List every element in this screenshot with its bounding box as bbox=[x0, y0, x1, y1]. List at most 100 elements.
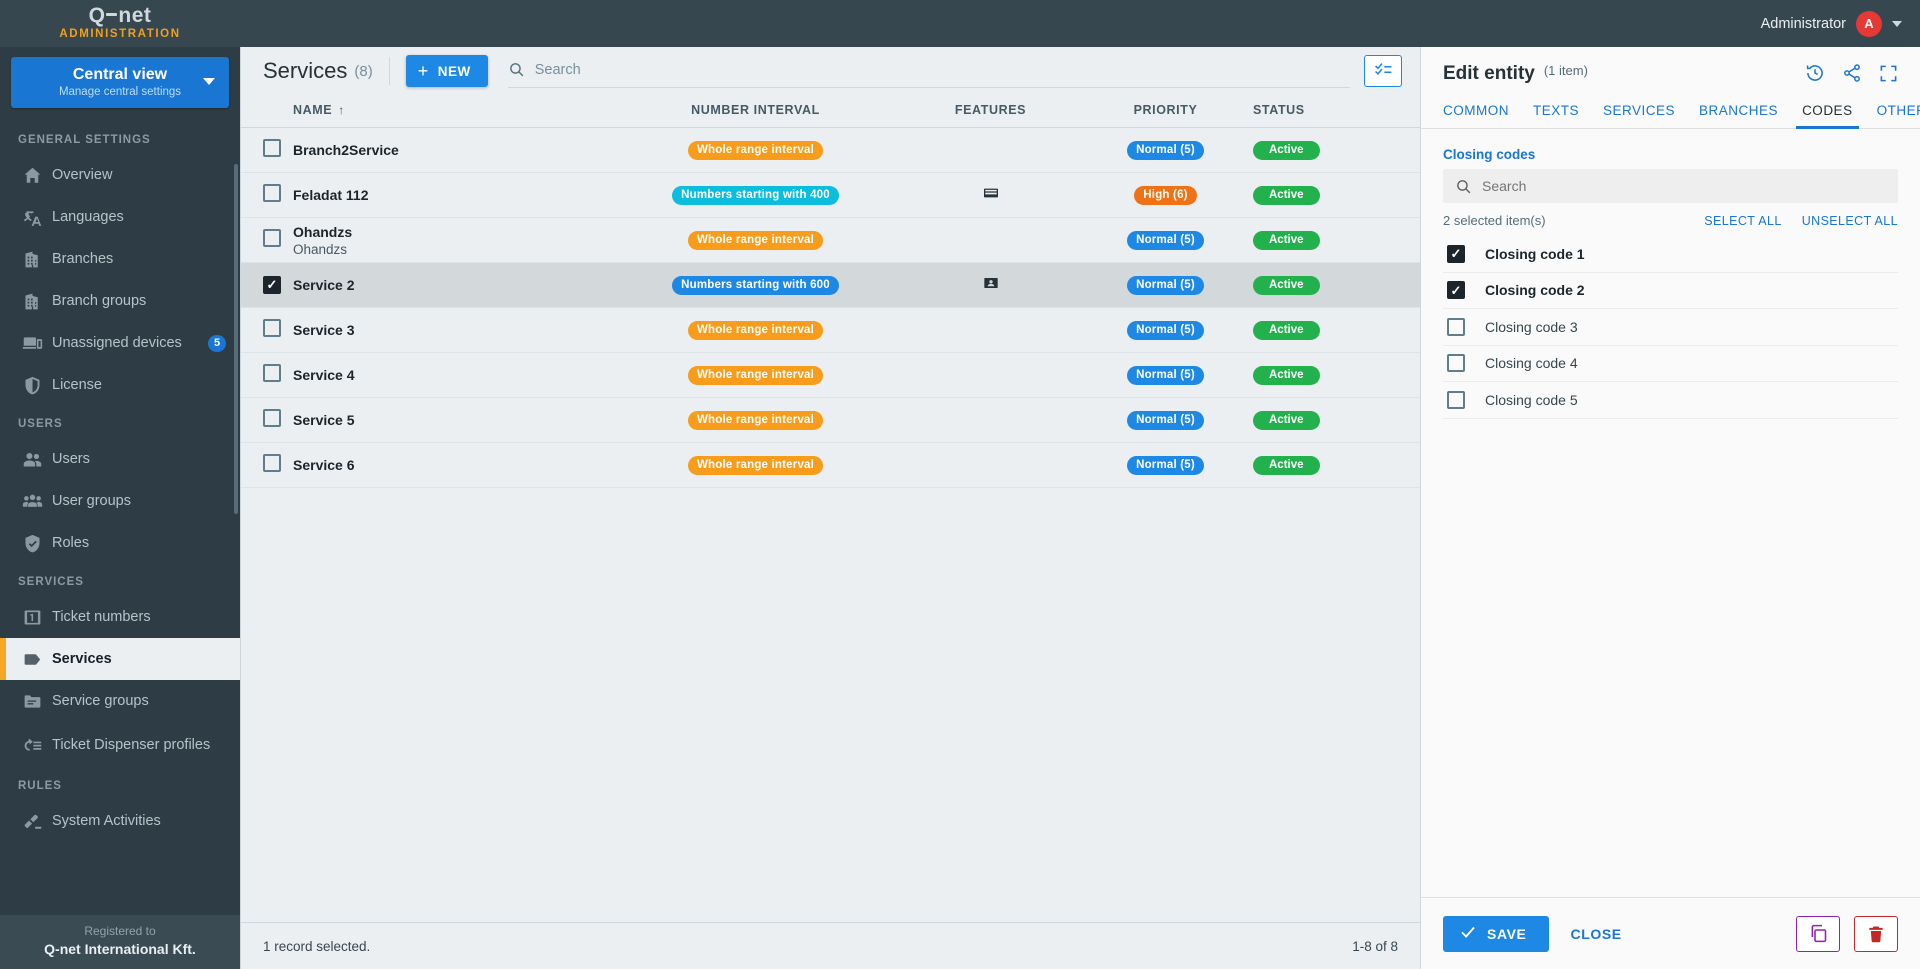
sidebar: Central view Manage central settings GEN… bbox=[0, 47, 240, 969]
avatar[interactable]: A bbox=[1856, 10, 1882, 37]
search-input[interactable] bbox=[534, 61, 1350, 78]
plus-icon: + bbox=[417, 61, 429, 81]
closing-code-item[interactable]: Closing code 5 bbox=[1443, 382, 1898, 419]
chevron-down-icon[interactable] bbox=[203, 78, 215, 85]
sidebar-item-ticket-dispenser-profiles[interactable]: Ticket Dispenser profiles bbox=[0, 722, 240, 768]
sidebar-item-user-groups[interactable]: User groups bbox=[0, 480, 240, 522]
priority-badge: Normal (5) bbox=[1127, 366, 1204, 385]
sidebar-item-unassigned-devices[interactable]: Unassigned devices 5 bbox=[0, 322, 240, 364]
fullscreen-icon[interactable] bbox=[1879, 64, 1898, 83]
table-row[interactable]: Service 3 Whole range interval Normal (5) A… bbox=[241, 307, 1420, 353]
table-row[interactable]: Service 5 Whole range interval Normal (5) A… bbox=[241, 397, 1420, 443]
column-header-features[interactable]: FEATURES bbox=[903, 95, 1078, 128]
delete-button[interactable] bbox=[1854, 915, 1898, 952]
row-checkbox[interactable] bbox=[263, 453, 281, 472]
row-checkbox[interactable]: ✓ bbox=[263, 275, 281, 294]
view-selector[interactable]: Central view Manage central settings bbox=[11, 57, 229, 108]
sidebar-item-ticket-numbers[interactable]: Ticket numbers bbox=[0, 596, 240, 638]
sidebar-item-branch-groups[interactable]: Branch groups bbox=[0, 280, 240, 322]
row-features-cell bbox=[903, 172, 1078, 218]
sidebar-item-license[interactable]: License bbox=[0, 364, 240, 406]
row-checkbox[interactable] bbox=[263, 318, 281, 337]
sidebar-item-service-groups[interactable]: Service groups bbox=[0, 680, 240, 722]
panel-subtitle: (1 item) bbox=[1543, 63, 1588, 78]
table-row[interactable]: Ohandzs Ohandzs Whole range interval Normal… bbox=[241, 217, 1420, 263]
closing-code-checkbox[interactable] bbox=[1447, 317, 1465, 336]
chevron-down-icon[interactable] bbox=[1892, 20, 1902, 27]
closing-code-checkbox[interactable] bbox=[1447, 390, 1465, 409]
dispenser-icon bbox=[22, 735, 52, 756]
table-row[interactable]: Branch2Service Whole range interval Normal… bbox=[241, 127, 1420, 173]
admin-menu[interactable]: Administrator A bbox=[1761, 10, 1902, 37]
codes-selected-count: 2 selected item(s) bbox=[1443, 213, 1546, 228]
row-select-cell[interactable] bbox=[241, 352, 293, 398]
sidebar-item-services[interactable]: Services bbox=[0, 638, 240, 680]
tab-codes[interactable]: CODES bbox=[1790, 97, 1865, 129]
selection-mode-button[interactable] bbox=[1364, 55, 1402, 87]
sidebar-item-label: Ticket numbers bbox=[52, 609, 151, 625]
status-badge: Active bbox=[1253, 231, 1320, 250]
sidebar-item-languages[interactable]: Languages bbox=[0, 196, 240, 238]
row-select-cell[interactable] bbox=[241, 127, 293, 173]
unselect-all-link[interactable]: UNSELECT ALL bbox=[1802, 214, 1898, 228]
close-button[interactable]: CLOSE bbox=[1571, 926, 1622, 942]
table-row[interactable]: Service 6 Whole range interval Normal (5) A… bbox=[241, 442, 1420, 488]
row-checkbox[interactable] bbox=[263, 183, 281, 202]
codes-search-input[interactable] bbox=[1482, 178, 1886, 194]
closing-code-item[interactable]: Closing code 4 bbox=[1443, 346, 1898, 382]
table-row[interactable]: Feladat 112 Numbers starting with 400 High… bbox=[241, 172, 1420, 218]
tab-common[interactable]: COMMON bbox=[1443, 97, 1521, 128]
share-icon[interactable] bbox=[1842, 63, 1862, 83]
sidebar-item-label: Unassigned devices bbox=[52, 335, 182, 351]
column-header-number-interval[interactable]: NUMBER INTERVAL bbox=[608, 95, 903, 128]
row-select-cell[interactable]: ✓ bbox=[241, 262, 293, 308]
tab-services[interactable]: SERVICES bbox=[1591, 97, 1687, 128]
column-header-priority[interactable]: PRIORITY bbox=[1078, 95, 1253, 128]
row-checkbox[interactable] bbox=[263, 138, 281, 157]
sidebar-item-label: Overview bbox=[52, 167, 113, 183]
closing-code-checkbox[interactable]: ✓ bbox=[1447, 244, 1465, 263]
card-icon bbox=[983, 185, 999, 201]
row-checkbox[interactable] bbox=[263, 363, 281, 382]
registered-to-label: Registered to bbox=[84, 924, 156, 938]
column-header-name[interactable]: NAME ↑ bbox=[293, 95, 608, 128]
column-header-status[interactable]: STATUS bbox=[1253, 95, 1420, 128]
new-button[interactable]: + NEW bbox=[405, 55, 488, 87]
select-all-link[interactable]: SELECT ALL bbox=[1704, 214, 1781, 228]
closing-code-checkbox[interactable] bbox=[1447, 354, 1465, 373]
closing-code-item[interactable]: ✓ Closing code 1 bbox=[1443, 236, 1898, 273]
tab-others[interactable]: OTHERS bbox=[1865, 97, 1920, 128]
history-icon[interactable] bbox=[1805, 63, 1825, 83]
row-select-cell[interactable] bbox=[241, 442, 293, 488]
row-select-cell[interactable] bbox=[241, 307, 293, 353]
row-name-cell: Service 5 bbox=[293, 397, 608, 443]
row-checkbox[interactable] bbox=[263, 228, 281, 247]
sidebar-item-roles[interactable]: Roles bbox=[0, 522, 240, 564]
service-name: Service 6 bbox=[293, 457, 355, 473]
sidebar-item-overview[interactable]: Overview bbox=[0, 154, 240, 196]
closing-code-checkbox[interactable]: ✓ bbox=[1447, 281, 1465, 300]
table-row[interactable]: ✓ Service 2 Numbers starting with 600 Norma… bbox=[241, 262, 1420, 308]
buildings-icon bbox=[22, 291, 52, 312]
table-row[interactable]: Service 4 Whole range interval Normal (5) A… bbox=[241, 352, 1420, 398]
sidebar-item-branches[interactable]: Branches bbox=[0, 238, 240, 280]
closing-code-item[interactable]: ✓ Closing code 2 bbox=[1443, 273, 1898, 309]
sidebar-item-system-activities[interactable]: System Activities bbox=[0, 800, 240, 842]
codes-search-bar[interactable] bbox=[1443, 169, 1898, 203]
sidebar-item-users[interactable]: Users bbox=[0, 438, 240, 480]
closing-code-item[interactable]: Closing code 3 bbox=[1443, 309, 1898, 346]
toolbar-divider bbox=[388, 57, 390, 85]
row-name-cell: Service 4 bbox=[293, 352, 608, 398]
search-bar[interactable] bbox=[507, 54, 1350, 88]
row-select-cell[interactable] bbox=[241, 217, 293, 263]
tab-branches[interactable]: BRANCHES bbox=[1687, 97, 1790, 128]
row-select-cell[interactable] bbox=[241, 172, 293, 218]
duplicate-button[interactable] bbox=[1796, 915, 1840, 952]
status-badge: Active bbox=[1253, 366, 1320, 385]
row-checkbox[interactable] bbox=[263, 408, 281, 427]
page-count: (8) bbox=[354, 62, 373, 80]
save-button[interactable]: SAVE bbox=[1443, 915, 1549, 952]
priority-badge: Normal (5) bbox=[1127, 231, 1204, 250]
row-select-cell[interactable] bbox=[241, 397, 293, 443]
tab-texts[interactable]: TEXTS bbox=[1521, 97, 1591, 128]
